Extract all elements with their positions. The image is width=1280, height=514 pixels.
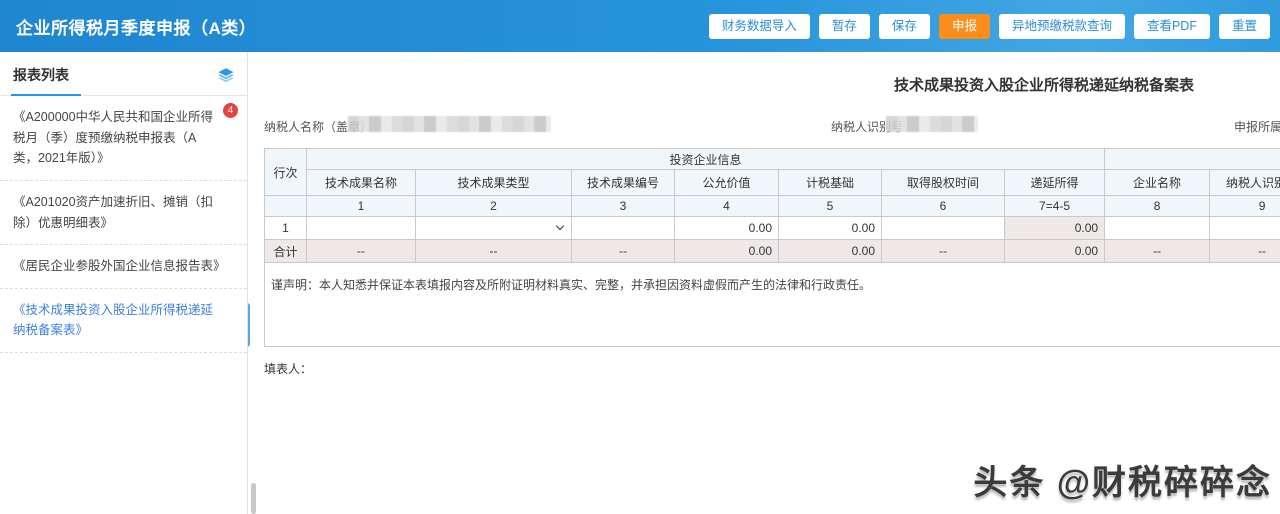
declaration-box: 谨声明：本人知悉并保证本表填报内容及所附证明材料真实、完整，并承担因资料虚假而产… [264, 263, 1280, 347]
total-cell: -- [1104, 239, 1211, 263]
sidebar-item-label: 《技术成果投资入股企业所得税递延纳税备案表》 [13, 302, 214, 338]
table-row: 1 0.00 0.00 0.00 [264, 216, 1280, 240]
sidebar-item-label: 《A200000中华人民共和国企业所得税月（季）度预缴纳税申报表（A类，2021… [13, 110, 214, 166]
declare-button[interactable]: 申报 [938, 13, 990, 39]
sidebar-item-label: 《居民企业参股外国企业信息报告表》 [13, 259, 226, 274]
sidebar-item-label: 《A201020资产加速折旧、摊销（扣除）优惠明细表》 [13, 194, 214, 230]
form-title: 技术成果投资入股企业所得税递延纳税备案表 [893, 77, 1194, 94]
vertical-scrollbar-thumb[interactable] [251, 483, 256, 514]
group-header-investee-info [1104, 148, 1280, 170]
line-no-cell: 1 [264, 216, 307, 240]
col-number: 8 [1104, 195, 1211, 217]
reset-button[interactable]: 重置 [1218, 13, 1270, 39]
sidebar-collapse-handle[interactable]: ‹ [248, 303, 250, 347]
col-number: 7=4-5 [1003, 195, 1106, 217]
declaration-text: 谨声明：本人知悉并保证本表填报内容及所附证明材料真实、完整，并承担因资料虚假而产… [271, 278, 872, 292]
error-count-badge: 4 [223, 103, 238, 118]
deferred-income-cell: 0.00 [1003, 216, 1106, 240]
total-cell: -- [571, 239, 675, 263]
total-cell: -- [306, 239, 416, 263]
total-cell: 0.00 [1003, 239, 1106, 263]
total-cell: -- [1209, 239, 1280, 263]
remote-prepaid-tax-query-button[interactable]: 异地预缴税款查询 [998, 13, 1125, 39]
sidebar-item-a201020[interactable]: 《A201020资产加速折旧、摊销（扣除）优惠明细表》 [0, 181, 247, 246]
total-row: 合计 -- -- -- 0.00 0.00 -- 0.00 -- -- [264, 239, 1280, 263]
app-header: 企业所得税月季度申报（A类） 财务数据导入 暂存 保存 申报 异地预缴税款查询 … [0, 0, 1280, 52]
sidebar-title: 报表列表 [13, 67, 69, 83]
main-panel: ‹ 技术成果投资入股企业所得税递延纳税备案表 纳税人名称（盖章） 纳税人识别号 … [248, 52, 1280, 514]
filing-period-label: 申报所属期: [1234, 120, 1280, 134]
col-header-fair-value: 公允价值 [674, 169, 779, 196]
col-number: 5 [778, 195, 882, 217]
tax-basis-cell[interactable]: 0.00 [778, 216, 882, 240]
preparer-label: 填表人： [264, 362, 313, 376]
col-header-enterprise-name: 企业名称 [1104, 169, 1211, 196]
sidebar-item-foreign-enterprise-report[interactable]: 《居民企业参股外国企业信息报告表》 [0, 245, 247, 289]
col-header-tech-number: 技术成果编号 [571, 169, 675, 196]
total-label-cell: 合计 [264, 239, 307, 263]
group-header-investor-info: 投资企业信息 [305, 148, 1106, 170]
tech-name-input-cell[interactable] [306, 216, 416, 240]
taxpayer-name-value-redacted [348, 116, 551, 132]
tech-type-select[interactable] [415, 216, 572, 240]
col-header-tech-name: 技术成果名称 [306, 169, 416, 196]
col-number: 9 [1209, 195, 1280, 217]
deferral-filing-table: 行次 投资企业信息 技术成果名称 技术成果类型 技术成果编号 公允价值 计税基础… [264, 148, 1280, 263]
content-area: 报表列表 《A200000中华人民共和国企业所得税月（季）度预缴纳税申报表（A类… [0, 52, 1280, 514]
temp-save-button[interactable]: 暂存 [818, 13, 870, 39]
col-header-tax-basis: 计税基础 [778, 169, 882, 196]
save-button[interactable]: 保存 [878, 13, 930, 39]
page-title: 企业所得税月季度申报（A类） [16, 18, 257, 38]
form-sheet: 技术成果投资入股企业所得税递延纳税备案表 纳税人名称（盖章） 纳税人识别号 申报… [264, 52, 1280, 377]
col-number: 2 [415, 195, 572, 217]
sidebar-header: 报表列表 [0, 52, 247, 96]
col-header-equity-date: 取得股权时间 [881, 169, 1005, 196]
taxpayer-meta-row: 纳税人名称（盖章） 纳税人识别号 申报所属期: [264, 116, 1280, 134]
sidebar-item-tech-investment-deferral[interactable]: 《技术成果投资入股企业所得税递延纳税备案表》 [0, 289, 247, 353]
investee-taxpayer-id-input-cell[interactable] [1209, 216, 1280, 240]
col-header-tech-type: 技术成果类型 [415, 169, 572, 196]
taxpayer-id-value-redacted [886, 116, 978, 132]
sidebar-item-a200000[interactable]: 《A200000中华人民共和国企业所得税月（季）度预缴纳税申报表（A类，2021… [0, 96, 247, 181]
view-pdf-button[interactable]: 查看PDF [1133, 13, 1210, 39]
col-number: 1 [306, 195, 416, 217]
tech-number-input-cell[interactable] [571, 216, 675, 240]
equity-date-input-cell[interactable] [881, 216, 1005, 240]
col-number-blank [264, 195, 307, 217]
total-cell: -- [881, 239, 1005, 263]
total-cell: 0.00 [778, 239, 882, 263]
toolbar: 财务数据导入 暂存 保存 申报 异地预缴税款查询 查看PDF 重置 [708, 13, 1270, 39]
chevron-down-icon [555, 221, 565, 231]
col-header-line-no: 行次 [264, 148, 307, 196]
col-header-taxpayer-id: 纳税人识别号 [1209, 169, 1280, 196]
total-cell: -- [415, 239, 572, 263]
finance-data-import-button[interactable]: 财务数据导入 [708, 13, 810, 39]
report-list-sidebar: 报表列表 《A200000中华人民共和国企业所得税月（季）度预缴纳税申报表（A类… [0, 52, 248, 514]
enterprise-name-input-cell[interactable] [1104, 216, 1211, 240]
watermark-text: 头条 @财税碎碎念 [973, 464, 1272, 502]
report-list: 《A200000中华人民共和国企业所得税月（季）度预缴纳税申报表（A类，2021… [0, 96, 247, 353]
col-number: 4 [674, 195, 779, 217]
layers-icon[interactable] [217, 66, 235, 84]
total-cell: 0.00 [674, 239, 779, 263]
col-number: 6 [881, 195, 1005, 217]
col-number: 3 [571, 195, 675, 217]
fair-value-cell[interactable]: 0.00 [674, 216, 779, 240]
col-header-deferred-income: 递延所得 [1003, 169, 1106, 196]
